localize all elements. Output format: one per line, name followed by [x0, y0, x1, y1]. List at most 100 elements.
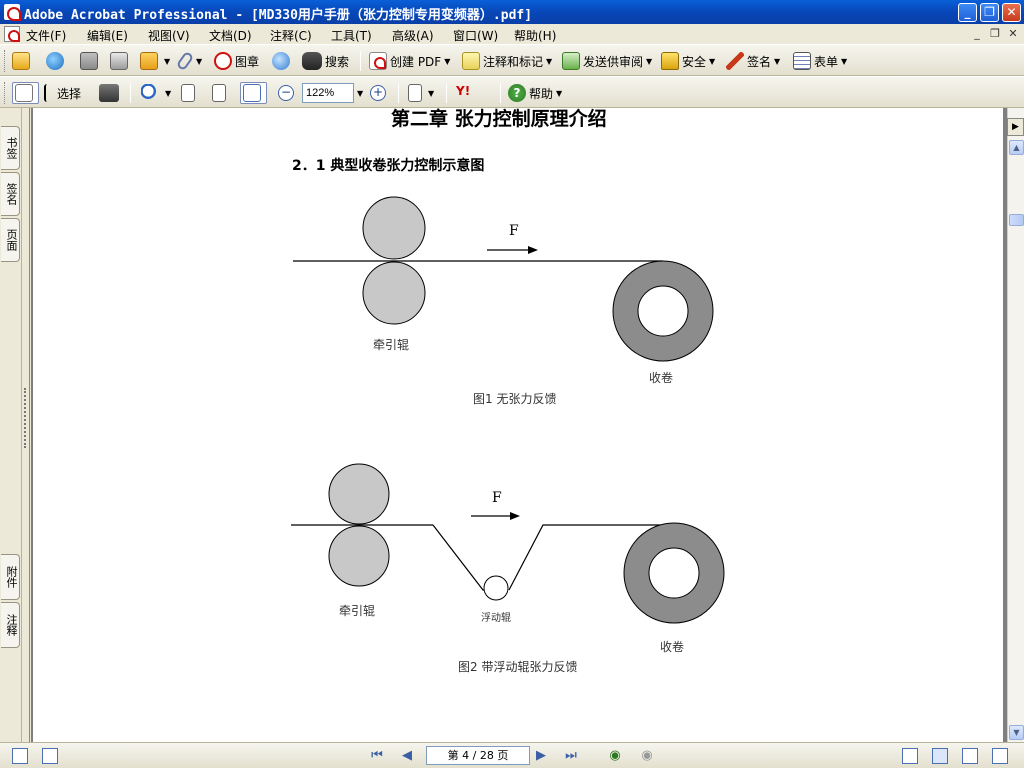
send-review-button[interactable]: 发送供审阅 ▼ — [562, 50, 652, 72]
force-arrow-head — [510, 512, 520, 520]
fit-page-button[interactable] — [212, 82, 229, 104]
zoom-select[interactable]: ▼ — [302, 82, 363, 104]
zoom-in-button[interactable]: + — [370, 82, 389, 104]
previous-view-button[interactable]: ◉ — [606, 748, 624, 764]
forms-button[interactable]: 表单 ▼ — [793, 50, 847, 72]
zoom-out-button[interactable]: − — [278, 82, 297, 104]
zoom-level-input[interactable] — [302, 83, 354, 103]
send-review-icon — [562, 52, 580, 70]
vertical-scrollbar[interactable]: ▲ ▼ — [1007, 108, 1024, 742]
menu-advanced[interactable]: 高级(A) — [392, 27, 434, 44]
doc-minimize-button[interactable]: _ — [970, 27, 984, 41]
doc-restore-button[interactable]: ❐ — [988, 27, 1002, 41]
minimize-button[interactable]: _ — [958, 3, 977, 22]
menu-file[interactable]: 文件(F) — [26, 27, 66, 44]
fit-width-button[interactable] — [240, 82, 267, 104]
previous-page-button[interactable]: ◀ — [398, 748, 416, 764]
snapshot-button[interactable] — [99, 82, 122, 104]
organizer-button[interactable] — [46, 50, 67, 72]
organize-button[interactable]: ▼ — [140, 50, 170, 72]
single-page-view-icon[interactable] — [902, 748, 918, 764]
tab-bookmarks[interactable]: 书签 — [1, 126, 20, 170]
toolbar-grip[interactable] — [4, 50, 7, 72]
fig2-caption: 图2 带浮动辊张力反馈 — [458, 660, 578, 674]
camera-icon — [99, 84, 119, 102]
scroll-up-button[interactable]: ▲ — [1009, 140, 1024, 155]
open-button[interactable] — [12, 50, 33, 72]
print-button[interactable] — [110, 50, 131, 72]
attach-button[interactable]: ▼ — [175, 50, 202, 72]
secure-button[interactable]: 安全 ▼ — [661, 50, 715, 72]
document-menu-icon[interactable] — [4, 26, 20, 42]
next-page-button[interactable]: ▶ — [532, 748, 550, 764]
menu-help[interactable]: 帮助(H) — [514, 27, 556, 44]
rotate-view-button[interactable]: ▼ — [408, 82, 434, 104]
toolbar-separator — [398, 83, 399, 103]
toolbar-separator — [500, 83, 501, 103]
email-button[interactable] — [272, 50, 293, 72]
split-window-button[interactable]: ▶ — [1007, 118, 1024, 136]
sign-button[interactable]: 签名 ▼ — [726, 50, 780, 72]
panel-splitter[interactable] — [22, 108, 30, 742]
search-button[interactable]: 搜索 — [302, 50, 349, 72]
tab-attachments[interactable]: 附件 — [1, 554, 20, 600]
first-page-button[interactable]: ⏮ — [368, 748, 386, 764]
tab-signatures[interactable]: 签名 — [1, 172, 20, 216]
comment-markup-button[interactable]: 注释和标记 ▼ — [462, 50, 552, 72]
fit-page-icon — [212, 84, 226, 102]
scroll-down-button[interactable]: ▼ — [1009, 725, 1024, 740]
binoculars-icon — [302, 52, 322, 70]
tab-pages[interactable]: 页面 — [1, 218, 20, 262]
stamp-button[interactable]: 图章 — [214, 50, 259, 72]
fig2-force-label: F — [492, 490, 502, 506]
hand-tool-button[interactable] — [12, 82, 39, 104]
panel-toggle-icon[interactable] — [12, 748, 28, 764]
help-button[interactable]: ? 帮助 ▼ — [508, 82, 562, 104]
close-button[interactable]: ✕ — [1002, 3, 1021, 22]
doc-close-button[interactable]: ✕ — [1006, 27, 1020, 41]
email-icon — [272, 52, 290, 70]
page-layout-icon[interactable] — [42, 748, 58, 764]
menu-view[interactable]: 视图(V) — [148, 27, 190, 44]
zoom-tool-button[interactable]: ▼ — [141, 82, 171, 104]
scroll-thumb[interactable] — [1009, 214, 1024, 226]
continuous-view-icon[interactable] — [932, 748, 948, 764]
help-icon: ? — [508, 84, 526, 102]
fit-width-icon — [243, 84, 261, 102]
menu-window[interactable]: 窗口(W) — [453, 27, 498, 44]
printer-icon — [110, 52, 128, 70]
send-review-label: 发送供审阅 — [583, 54, 644, 69]
select-label: 选择 — [57, 86, 82, 101]
menu-edit[interactable]: 编辑(E) — [87, 27, 128, 44]
yahoo-icon: Y! — [456, 84, 471, 98]
search-label: 搜索 — [325, 54, 350, 69]
menu-document[interactable]: 文档(D) — [209, 27, 252, 44]
document-viewport[interactable]: 第二章 张力控制原理介绍 2．1 典型收卷张力控制示意图 F 牵引辊 收卷 图1… — [31, 108, 1007, 742]
last-page-button[interactable]: ⏭ — [562, 748, 580, 764]
pdf-page: 第二章 张力控制原理介绍 2．1 典型收卷张力控制示意图 F 牵引辊 收卷 图1… — [33, 108, 1003, 742]
continuous-facing-view-icon[interactable] — [992, 748, 1008, 764]
create-pdf-button[interactable]: 创建 PDF ▼ — [369, 50, 450, 72]
menu-comments[interactable]: 注释(C) — [270, 27, 312, 44]
menu-tools[interactable]: 工具(T) — [331, 27, 372, 44]
actual-size-button[interactable] — [181, 82, 198, 104]
toolbar-grip[interactable] — [4, 82, 7, 104]
dropdown-arrow-icon: ▼ — [546, 56, 553, 66]
organizer-icon — [46, 52, 64, 70]
winder-core — [637, 285, 689, 337]
window-title: Adobe Acrobat Professional - [MD330用户手册（… — [24, 8, 533, 23]
stamp-icon — [214, 52, 232, 70]
page-number-field[interactable]: 第 4 / 28 页 — [426, 746, 530, 765]
facing-view-icon[interactable] — [962, 748, 978, 764]
help-label: 帮助 — [529, 86, 554, 101]
dropdown-arrow-icon: ▼ — [428, 88, 435, 98]
select-tool-button[interactable]: 选择 — [44, 82, 81, 104]
save-button[interactable] — [80, 50, 101, 72]
tab-comments[interactable]: 注释 — [1, 602, 20, 648]
maximize-button[interactable]: ❐ — [980, 3, 999, 22]
yahoo-search-button[interactable]: Y! — [456, 82, 473, 104]
stamp-label: 图章 — [235, 54, 260, 69]
magnifier-icon — [141, 84, 159, 102]
navigation-toolbar: 选择 ▼ − ▼ + ▼ Y! ?帮助▼ — [0, 76, 1024, 108]
next-view-button[interactable]: ◉ — [638, 748, 656, 764]
